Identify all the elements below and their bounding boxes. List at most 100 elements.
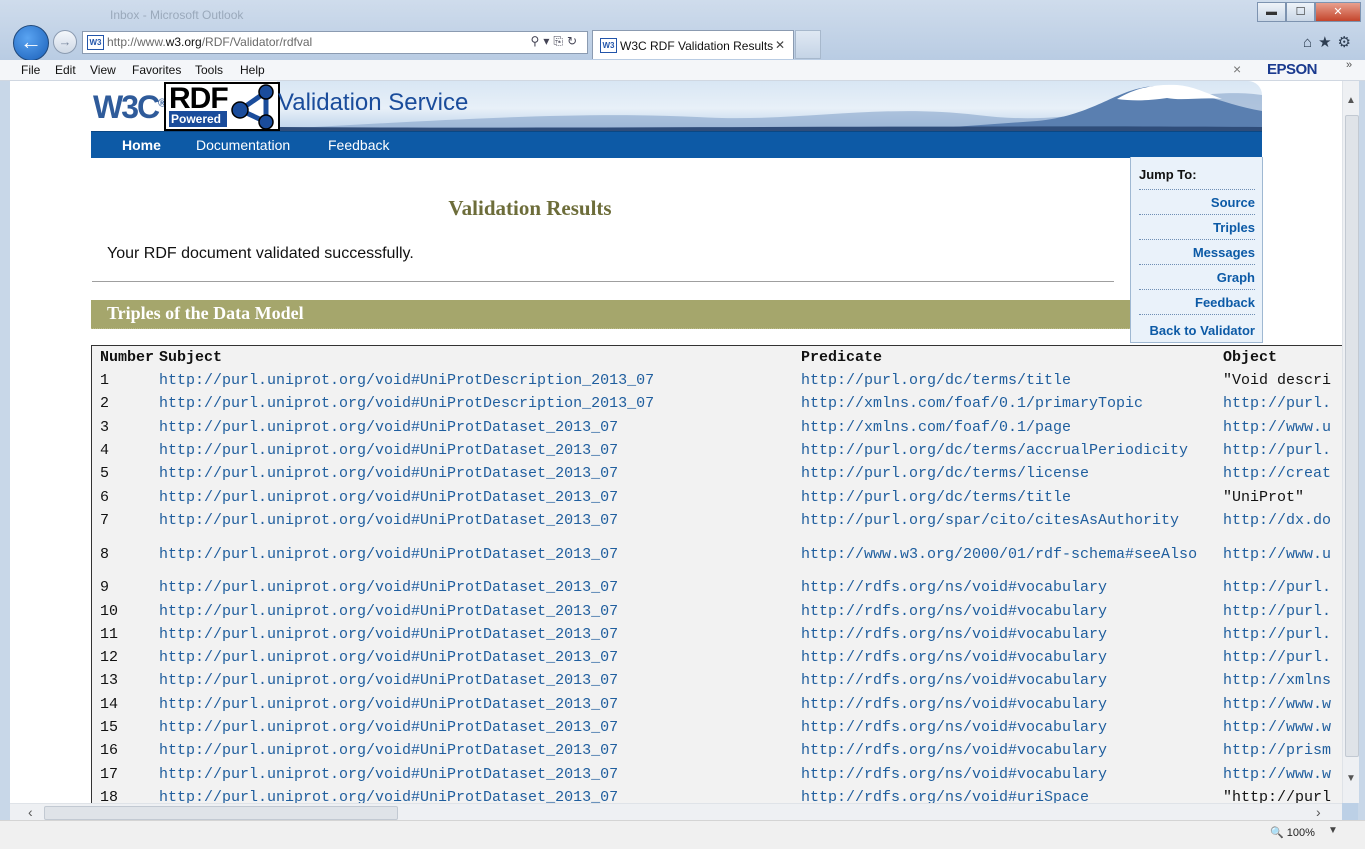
tab-validation-results[interactable]: W3 W3C RDF Validation Results ✕ [592,30,794,59]
toolbar-chevron-icon[interactable]: » [1346,59,1352,71]
triple-subject-link[interactable]: http://purl.uniprot.org/void#UniProtData… [159,716,801,739]
nav-feedback[interactable]: Feedback [328,137,389,153]
address-tools-icons[interactable]: ⚲▾⎘↻ [531,34,581,49]
menu-edit[interactable]: Edit [55,63,76,77]
triple-subject-link[interactable]: http://purl.uniprot.org/void#UniProtDesc… [159,369,801,392]
home-favorites-settings-icons[interactable]: ⌂★⚙ [1303,33,1357,51]
triple-predicate-link[interactable]: http://rdfs.org/ns/void#vocabulary [801,576,1223,599]
window-frame-left [0,81,10,821]
close-window-button[interactable]: ✕ [1315,2,1361,22]
jump-link-graph[interactable]: Graph [1139,264,1255,285]
triple-object[interactable]: http://dx.do [1223,509,1331,532]
triple-predicate-link[interactable]: http://rdfs.org/ns/void#uriSpace [801,786,1223,803]
triple-predicate-link[interactable]: http://purl.org/dc/terms/license [801,462,1223,485]
triple-subject-link[interactable]: http://purl.uniprot.org/void#UniProtData… [159,693,801,716]
triple-object[interactable]: http://creat [1223,462,1331,485]
triple-predicate-link[interactable]: http://purl.org/dc/terms/accrualPeriodic… [801,439,1223,462]
triple-object[interactable]: http://www.u [1223,416,1331,439]
triple-predicate-link[interactable]: http://rdfs.org/ns/void#vocabulary [801,739,1223,762]
triple-subject-link[interactable]: http://purl.uniprot.org/void#UniProtData… [159,462,801,485]
triple-number: 11 [100,625,119,643]
triple-object[interactable]: http://purl. [1223,599,1331,622]
toolbar-close-icon[interactable]: × [1233,61,1241,77]
triple-object[interactable]: http://www.w [1223,693,1331,716]
zoom-value: 100% [1286,827,1315,839]
tab-close-icon[interactable]: ✕ [775,38,785,52]
vertical-scrollbar[interactable]: ▲ ▼ [1342,81,1359,803]
triple-subject-link[interactable]: http://purl.uniprot.org/void#UniProtDesc… [159,392,801,415]
triple-number: 14 [100,695,119,713]
triple-predicate-link[interactable]: http://purl.org/dc/terms/title [801,485,1223,508]
triple-subject-link[interactable]: http://purl.uniprot.org/void#UniProtData… [159,646,801,669]
address-url[interactable]: http://www.w3.org/RDF/Validator/rdfval [107,35,312,49]
triple-subject-link[interactable]: http://purl.uniprot.org/void#UniProtData… [159,786,801,803]
triple-subject-link[interactable]: http://purl.uniprot.org/void#UniProtData… [159,532,801,576]
zoom-dropdown-icon[interactable]: ▼ [1328,825,1338,836]
zoom-level[interactable]: 🔍 100% [1270,826,1315,839]
triple-subject-link[interactable]: http://purl.uniprot.org/void#UniProtData… [159,576,801,599]
scroll-right-icon[interactable]: › [1316,804,1321,820]
triple-object[interactable]: http://purl. [1223,392,1331,415]
triple-object[interactable]: http://www.w [1223,716,1331,739]
triple-predicate-link[interactable]: http://www.w3.org/2000/01/rdf-schema#see… [801,532,1223,576]
triple-subject-link[interactable]: http://purl.uniprot.org/void#UniProtData… [159,439,801,462]
triple-predicate-link[interactable]: http://purl.org/dc/terms/title [801,369,1223,392]
epson-toolbar-logo[interactable]: EPSON [1267,61,1318,78]
triple-predicate-link[interactable]: http://rdfs.org/ns/void#vocabulary [801,716,1223,739]
menu-favorites[interactable]: Favorites [132,63,181,77]
minimize-button[interactable]: ▬ [1257,2,1286,22]
triple-number: 9 [100,579,110,597]
triple-subject-link[interactable]: http://purl.uniprot.org/void#UniProtData… [159,739,801,762]
menu-help[interactable]: Help [240,63,265,77]
triple-subject-link[interactable]: http://purl.uniprot.org/void#UniProtData… [159,623,801,646]
horizontal-scrollbar[interactable]: ‹ › [10,803,1342,821]
triple-object[interactable]: http://xmlns [1223,669,1331,692]
jump-link-messages[interactable]: Messages [1139,239,1255,260]
site-header: W3C® RDF Powered Validation Service [91,81,1262,131]
triple-subject-link[interactable]: http://purl.uniprot.org/void#UniProtData… [159,416,801,439]
triple-object[interactable]: http://purl. [1223,439,1331,462]
triple-predicate-link[interactable]: http://xmlns.com/foaf/0.1/primaryTopic [801,392,1223,415]
triple-object[interactable]: http://prism [1223,739,1331,762]
jump-to-heading: Jump To: [1139,167,1197,182]
triple-subject-link[interactable]: http://purl.uniprot.org/void#UniProtData… [159,485,801,508]
status-bar: 🔍 100% ▼ [0,820,1365,849]
back-button[interactable]: ← [13,25,49,61]
triple-object[interactable]: http://purl. [1223,576,1331,599]
triple-predicate-link[interactable]: http://rdfs.org/ns/void#vocabulary [801,762,1223,785]
menu-file[interactable]: File [21,63,40,77]
w3c-logo[interactable]: W3C® [93,89,166,126]
triple-predicate-link[interactable]: http://xmlns.com/foaf/0.1/page [801,416,1223,439]
triple-subject-link[interactable]: http://purl.uniprot.org/void#UniProtData… [159,669,801,692]
address-bar[interactable]: W3 http://www.w3.org/RDF/Validator/rdfva… [82,31,588,54]
triple-predicate-link[interactable]: http://rdfs.org/ns/void#vocabulary [801,646,1223,669]
jump-link-source[interactable]: Source [1139,189,1255,210]
triple-predicate-link[interactable]: http://rdfs.org/ns/void#vocabulary [801,669,1223,692]
triple-object[interactable]: http://purl. [1223,646,1331,669]
maximize-button[interactable]: ☐ [1286,2,1315,22]
nav-home[interactable]: Home [122,137,161,153]
triple-subject-link[interactable]: http://purl.uniprot.org/void#UniProtData… [159,509,801,532]
nav-documentation[interactable]: Documentation [196,137,290,153]
triple-subject-link[interactable]: http://purl.uniprot.org/void#UniProtData… [159,599,801,622]
scroll-up-icon[interactable]: ▲ [1346,95,1356,106]
jump-link-triples[interactable]: Triples [1139,214,1255,235]
new-tab-button[interactable] [795,30,821,59]
scroll-down-icon[interactable]: ▼ [1346,773,1356,784]
triple-subject-link[interactable]: http://purl.uniprot.org/void#UniProtData… [159,762,801,785]
triple-object[interactable]: http://www.u [1223,532,1331,576]
vertical-scroll-thumb[interactable] [1345,115,1359,757]
rdf-graph-icon [231,84,274,129]
scroll-left-icon[interactable]: ‹ [28,804,33,820]
triple-predicate-link[interactable]: http://purl.org/spar/cito/citesAsAuthori… [801,509,1223,532]
triple-object[interactable]: http://purl. [1223,623,1331,646]
triple-predicate-link[interactable]: http://rdfs.org/ns/void#vocabulary [801,599,1223,622]
triple-predicate-link[interactable]: http://rdfs.org/ns/void#vocabulary [801,693,1223,716]
horizontal-scroll-thumb[interactable] [44,806,398,820]
jump-link-feedback[interactable]: Feedback [1139,289,1255,310]
forward-button[interactable]: → [53,30,77,54]
triple-object[interactable]: http://www.w [1223,762,1331,785]
menu-tools[interactable]: Tools [195,63,223,77]
triple-predicate-link[interactable]: http://rdfs.org/ns/void#vocabulary [801,623,1223,646]
menu-view[interactable]: View [90,63,116,77]
